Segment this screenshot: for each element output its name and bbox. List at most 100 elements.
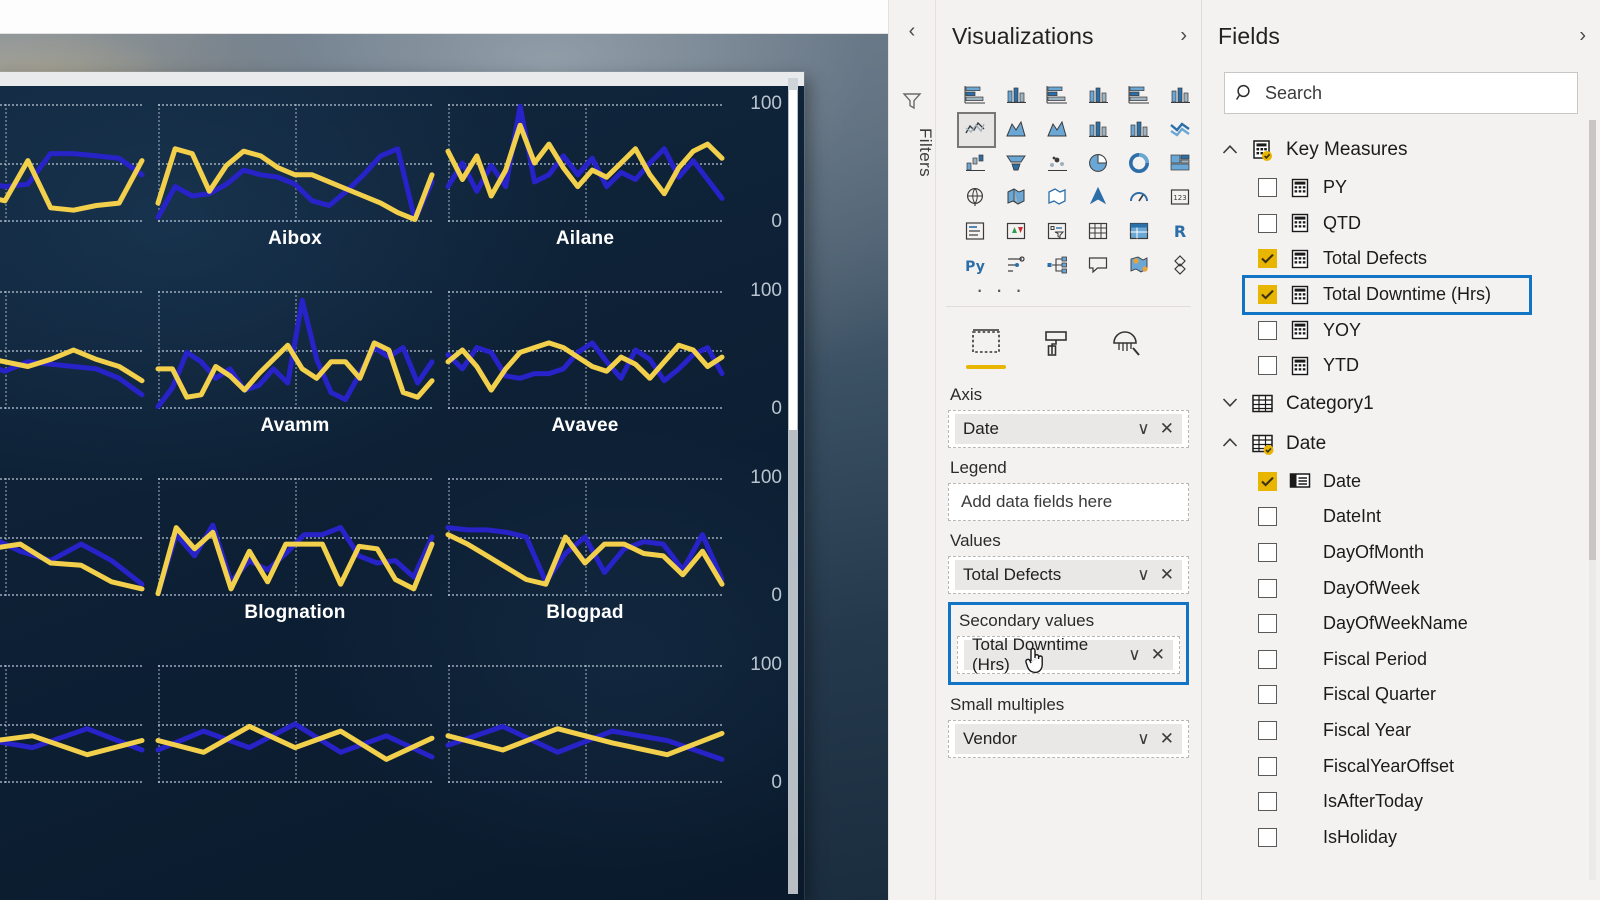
fields-scrollbar-thumb[interactable]: [1589, 120, 1596, 560]
report-canvas[interactable]: ••• AiboxAilaneAvammAvaveeBlognationBlog…: [0, 0, 888, 900]
field-checkbox[interactable]: [1258, 356, 1277, 376]
field-checkbox[interactable]: [1258, 178, 1277, 198]
remove-field-icon[interactable]: ✕: [1160, 729, 1174, 749]
field-checkbox[interactable]: [1258, 320, 1277, 340]
card-icon[interactable]: 123: [1159, 180, 1200, 214]
fields-tab[interactable]: [964, 321, 1008, 369]
field-row[interactable]: Fiscal Year: [1202, 713, 1600, 749]
small-multiple-panel[interactable]: [0, 657, 150, 833]
small-multiples-line-chart-visual[interactable]: ••• AiboxAilaneAvammAvaveeBlognationBlog…: [0, 72, 804, 900]
field-checkbox[interactable]: [1258, 721, 1277, 741]
visualizations-expand-chevron-icon[interactable]: ›: [1180, 25, 1187, 48]
chevron-up-icon[interactable]: [1220, 142, 1240, 159]
fields-pane[interactable]: Fields › Search Key Measures PY QTD Total D…: [1202, 0, 1600, 900]
field-checkbox[interactable]: [1258, 285, 1277, 305]
field-row[interactable]: FiscalYearOffset: [1202, 748, 1600, 784]
chevron-down-icon[interactable]: [1220, 395, 1240, 412]
fields-expand-chevron-icon[interactable]: ›: [1579, 25, 1586, 48]
filled-map-icon[interactable]: [995, 180, 1036, 214]
small-multiple-panel[interactable]: Blogpad: [440, 470, 730, 646]
small-multiples-chip[interactable]: Vendor ∨ ✕: [955, 724, 1182, 754]
chart-scrollbar[interactable]: [788, 78, 798, 894]
small-multiple-panel[interactable]: Ailane: [440, 96, 730, 272]
line-and-clustered-column-chart-icon[interactable]: [1118, 112, 1159, 146]
slicer-icon[interactable]: [1036, 214, 1077, 248]
axis-chip[interactable]: Date ∨ ✕: [955, 414, 1182, 444]
small-multiple-panel[interactable]: [150, 657, 440, 833]
funnel-chart-icon[interactable]: [995, 146, 1036, 180]
stacked-bar-chart-icon[interactable]: [954, 78, 995, 112]
hundred-percent-stacked-column-chart-icon[interactable]: [1159, 78, 1200, 112]
field-wells[interactable]: Axis Date ∨ ✕ Legend Add data fields her…: [936, 365, 1201, 758]
decomposition-tree-icon[interactable]: [1036, 248, 1077, 282]
chart-scroll-up-arrow[interactable]: [788, 78, 798, 90]
field-checkbox[interactable]: [1258, 756, 1277, 776]
visualization-gallery[interactable]: 123 R Py · · ·: [936, 72, 1201, 304]
line-and-stacked-column-chart-icon[interactable]: [1077, 112, 1118, 146]
axis-chip-actions[interactable]: ∨ ✕: [1137, 419, 1174, 439]
small-multiples-chip-actions[interactable]: ∨ ✕: [1137, 729, 1174, 749]
field-checkbox[interactable]: [1258, 578, 1277, 598]
smart-narrative-icon[interactable]: [1118, 248, 1159, 282]
field-row[interactable]: Total Downtime (Hrs): [1202, 274, 1600, 315]
fields-tree[interactable]: Key Measures PY QTD Total Defects Total Down…: [1202, 130, 1600, 872]
clustered-bar-chart-icon[interactable]: [1036, 78, 1077, 112]
waterfall-chart-icon[interactable]: [954, 146, 995, 180]
paginated-report-icon[interactable]: [1159, 248, 1200, 282]
fields-group-category1[interactable]: Category1: [1202, 384, 1600, 424]
line-chart-icon[interactable]: [954, 112, 996, 148]
more-visuals-icon[interactable]: · · ·: [954, 279, 1189, 304]
fields-group-date[interactable]: Date: [1202, 424, 1600, 464]
remove-field-icon[interactable]: ✕: [1160, 565, 1174, 585]
small-multiple-panel[interactable]: [0, 470, 150, 646]
chevron-down-icon[interactable]: ∨: [1128, 645, 1140, 665]
field-checkbox[interactable]: [1258, 249, 1277, 269]
field-checkbox[interactable]: [1258, 213, 1277, 233]
filters-pane-collapsed[interactable]: ‹ Filters: [888, 0, 936, 900]
small-multiple-panel[interactable]: Aibox: [150, 96, 440, 272]
expand-filters-chevron-icon[interactable]: ‹: [889, 20, 935, 43]
axis-well[interactable]: Date ∨ ✕: [948, 410, 1189, 448]
field-checkbox[interactable]: [1258, 471, 1277, 491]
azure-map-icon[interactable]: [1077, 180, 1118, 214]
secondary-values-well[interactable]: Total Downtime (Hrs) ∨ ✕: [957, 635, 1180, 674]
small-multiple-panel[interactable]: [440, 657, 730, 833]
small-multiples-well[interactable]: Vendor ∨ ✕: [948, 720, 1189, 758]
chevron-up-icon[interactable]: [1220, 435, 1240, 452]
scatter-chart-icon[interactable]: [1036, 146, 1077, 180]
field-row[interactable]: DayOfWeekName: [1202, 606, 1600, 642]
fields-group-key-measures[interactable]: Key Measures: [1202, 130, 1600, 170]
remove-field-icon[interactable]: ✕: [1151, 645, 1165, 665]
pie-chart-icon[interactable]: [1077, 146, 1118, 180]
field-checkbox[interactable]: [1258, 792, 1277, 812]
chart-scroll-thumb[interactable]: [789, 90, 797, 430]
search-input[interactable]: Search: [1224, 72, 1578, 114]
field-checkbox[interactable]: [1258, 507, 1277, 527]
gauge-icon[interactable]: [1118, 180, 1159, 214]
chevron-down-icon[interactable]: ∨: [1137, 565, 1149, 585]
donut-chart-icon[interactable]: [1118, 146, 1159, 180]
chevron-down-icon[interactable]: ∨: [1137, 729, 1149, 749]
field-row[interactable]: PY: [1202, 170, 1600, 206]
key-influencers-icon[interactable]: [995, 248, 1036, 282]
hundred-percent-stacked-bar-chart-icon[interactable]: [1118, 78, 1159, 112]
qna-icon[interactable]: [1077, 248, 1118, 282]
field-well-tabs[interactable]: [936, 307, 1201, 369]
small-multiple-panel[interactable]: Avavee: [440, 283, 730, 459]
secondary-values-chip-actions[interactable]: ∨ ✕: [1128, 645, 1165, 665]
field-checkbox[interactable]: [1258, 543, 1277, 563]
stacked-column-chart-icon[interactable]: [995, 78, 1036, 112]
legend-well[interactable]: Add data fields here: [948, 483, 1189, 521]
treemap-icon[interactable]: [1159, 146, 1200, 180]
field-row[interactable]: Fiscal Period: [1202, 642, 1600, 678]
visualizations-pane[interactable]: Visualizations › 123 R Py · · · Axis Dat…: [936, 0, 1202, 900]
field-row[interactable]: DateInt: [1202, 499, 1600, 535]
field-row[interactable]: YOY: [1202, 312, 1600, 348]
field-row[interactable]: DayOfWeek: [1202, 570, 1600, 606]
stacked-area-chart-icon[interactable]: [1036, 112, 1077, 146]
kpi-icon[interactable]: [995, 214, 1036, 248]
field-row[interactable]: DayOfMonth: [1202, 535, 1600, 571]
field-row[interactable]: Fiscal Quarter: [1202, 677, 1600, 713]
field-row[interactable]: IsAfterToday: [1202, 784, 1600, 820]
small-multiple-panel[interactable]: Blognation: [150, 470, 440, 646]
